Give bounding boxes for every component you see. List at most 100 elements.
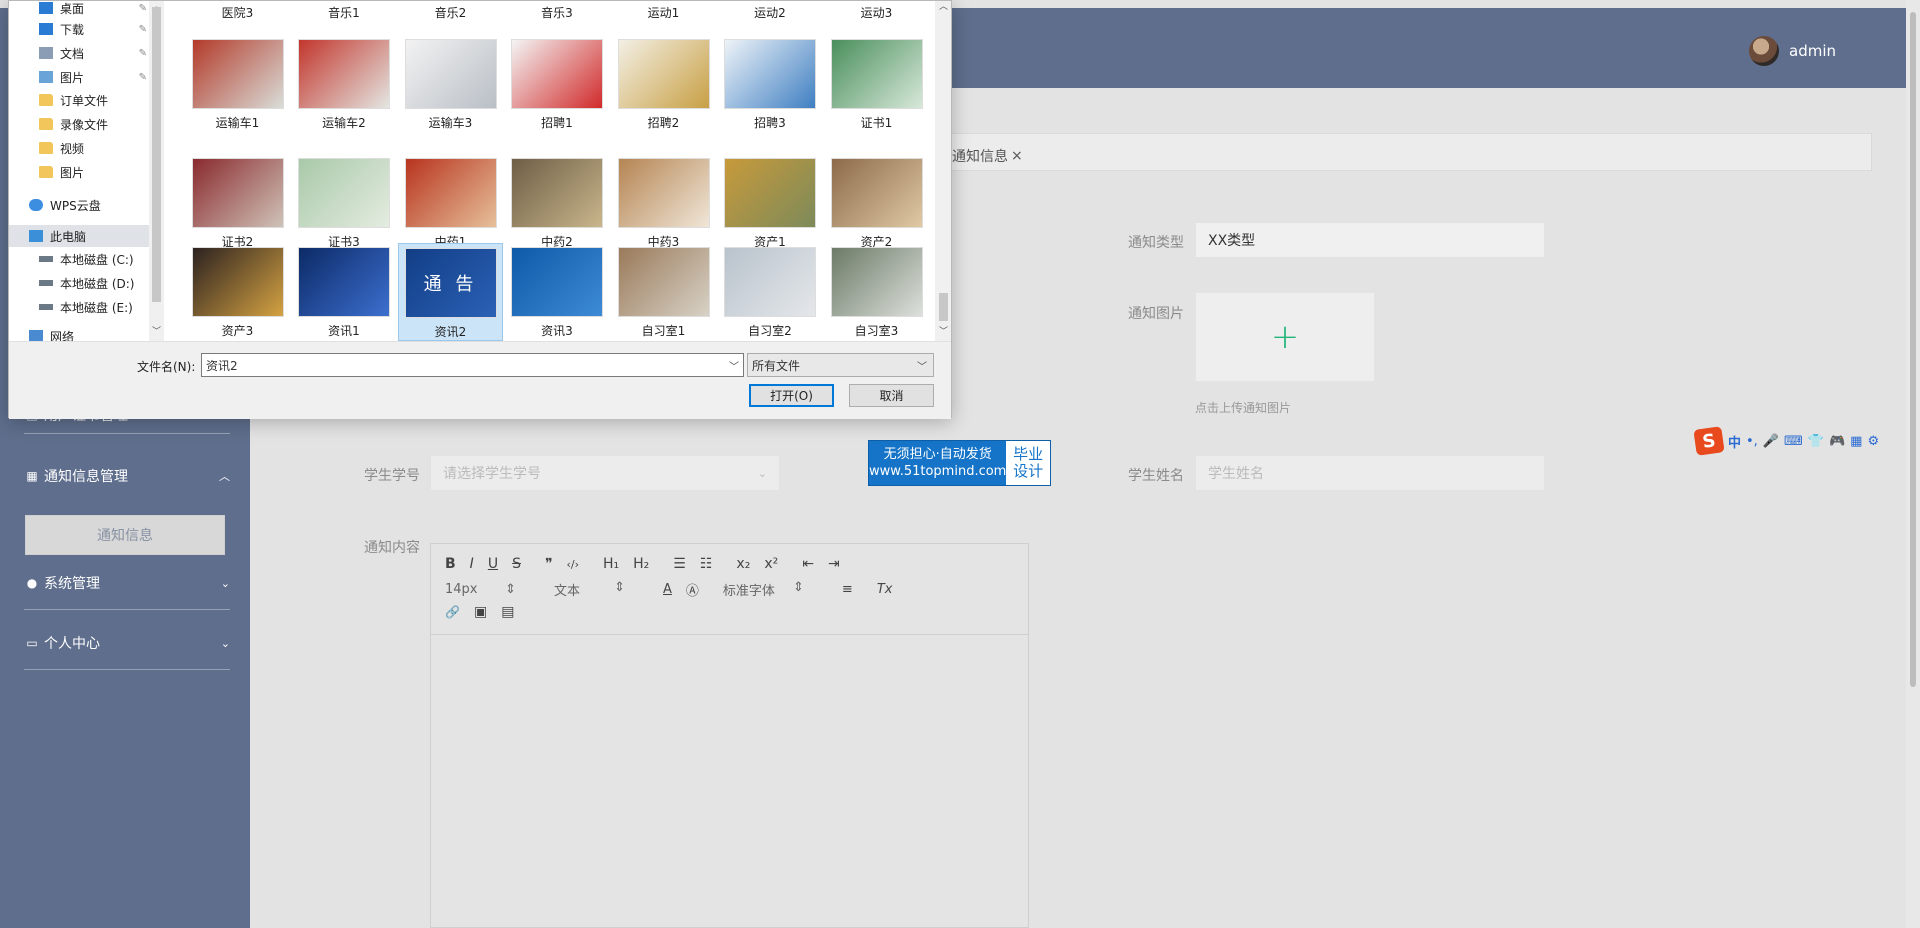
scroll-thumb[interactable] [152, 7, 161, 302]
bold-button[interactable]: B [445, 556, 456, 572]
sidebar-item-system[interactable]: ● 系统管理 ⌄ [24, 573, 230, 593]
file-thumbnail[interactable]: 资产1 [718, 158, 823, 250]
file-thumbnail[interactable]: 运动3 [824, 1, 929, 21]
page-scrollbar[interactable] [1906, 0, 1920, 928]
settings-icon[interactable]: ⚙ [1867, 434, 1879, 449]
scroll-down-icon[interactable]: ﹀ [939, 324, 948, 337]
file-thumbnail[interactable]: 自习室3 [824, 247, 929, 339]
file-thumbnail[interactable]: 资产3 [185, 247, 290, 339]
open-button[interactable]: 打开(O) [749, 384, 834, 407]
file-thumbnail[interactable]: 音乐2 [398, 1, 503, 21]
italic-button[interactable]: I [470, 556, 474, 572]
file-thumbnail[interactable]: 运动1 [611, 1, 716, 21]
game-icon[interactable]: 🎮 [1829, 434, 1845, 449]
clear-format-button[interactable]: Tx [877, 582, 893, 597]
file-thumbnail[interactable]: 运输车3 [398, 39, 503, 131]
keyboard-icon[interactable]: ⌨ [1784, 434, 1803, 449]
notice-type-input[interactable]: XX类型 [1195, 222, 1545, 258]
image-upload-button[interactable]: + [1195, 292, 1375, 382]
toolbox-icon[interactable]: ▦ [1850, 434, 1862, 449]
outdent-button[interactable]: ⇤ [802, 556, 814, 572]
sidebar-item-notice[interactable]: ▦ 通知信息管理 ︿ [24, 466, 230, 486]
video-icon[interactable]: ▤ [501, 604, 514, 620]
bullet-list-button[interactable]: ☷ [700, 556, 713, 572]
text-style-select[interactable]: 文本 ⇕ [554, 580, 639, 599]
file-thumbnail[interactable]: 证书1 [824, 39, 929, 131]
quote-button[interactable]: ❞ [545, 556, 553, 572]
chevron-down-icon[interactable]: ﹀ [729, 358, 739, 373]
file-thumbnail[interactable]: 音乐1 [292, 1, 397, 21]
scroll-down-icon[interactable]: ﹀ [152, 324, 161, 337]
skin-icon[interactable]: 👕 [1808, 434, 1824, 449]
file-thumbnail[interactable]: 证书2 [185, 158, 290, 250]
nav-item[interactable]: 录像文件 [9, 113, 149, 135]
rich-text-editor[interactable]: B I U S ❞ ‹/› H₁ H₂ ☰ ☷ x₂ x² ⇤ ⇥ 14px ⇕… [430, 543, 1029, 928]
chinese-mode-icon[interactable]: 中 [1728, 432, 1741, 451]
superscript-button[interactable]: x² [764, 556, 778, 572]
scroll-thumb[interactable] [1910, 12, 1916, 687]
nav-item[interactable]: 此电脑 [9, 225, 149, 247]
scroll-thumb[interactable] [939, 293, 948, 321]
nav-item[interactable]: 订单文件 [9, 89, 149, 111]
nav-item[interactable]: 下载 ✎ [9, 18, 149, 40]
student-no-select[interactable]: 请选择学生学号 ⌄ [430, 455, 780, 491]
ordered-list-button[interactable]: ☰ [673, 556, 686, 572]
punctuation-icon[interactable]: •, [1746, 434, 1758, 449]
close-icon[interactable]: × [1011, 148, 1023, 164]
sidebar-subitem-notice-info[interactable]: 通知信息 [25, 515, 225, 555]
nav-item[interactable]: 图片 ✎ [9, 66, 149, 88]
scroll-up-icon[interactable]: ︿ [939, 0, 948, 12]
file-thumbnail[interactable]: 运输车1 [185, 39, 290, 131]
filename-input[interactable]: 资讯2 ﹀ [201, 353, 744, 377]
file-thumbnail[interactable]: 自习室2 [718, 247, 823, 339]
file-thumbnail[interactable]: 通 告资讯2 [398, 243, 503, 341]
file-thumbnail[interactable]: 证书3 [292, 158, 397, 250]
strike-button[interactable]: S [512, 556, 521, 572]
user-menu[interactable]: admin [1749, 36, 1836, 66]
file-thumbnail[interactable]: 医院3 [185, 1, 290, 21]
nav-item[interactable]: 本地磁盘 (E:) [9, 296, 149, 318]
tab-notice-info[interactable]: 通知信息 × [952, 146, 1023, 166]
file-thumbnail[interactable]: 中药3 [611, 158, 716, 250]
file-thumbnail[interactable]: 中药1 [398, 158, 503, 250]
cancel-button[interactable]: 取消 [849, 384, 934, 407]
file-thumbnail[interactable]: 运输车2 [292, 39, 397, 131]
sogou-logo-icon[interactable]: S [1693, 426, 1725, 456]
font-color-button[interactable]: A [663, 582, 672, 597]
font-family-select[interactable]: 标准字体 ⇕ [723, 580, 818, 599]
nav-item[interactable]: 视频 [9, 137, 149, 159]
code-button[interactable]: ‹/› [567, 558, 580, 571]
image-icon[interactable]: ▣ [474, 604, 487, 620]
indent-button[interactable]: ⇥ [828, 556, 840, 572]
file-thumbnail[interactable]: 招聘1 [505, 39, 610, 131]
sidebar-item-profile[interactable]: ▭ 个人中心 ⌄ [24, 633, 230, 653]
microphone-icon[interactable]: 🎤 [1763, 434, 1779, 449]
link-icon[interactable]: 🔗 [445, 605, 460, 619]
nav-item[interactable]: 本地磁盘 (C:) [9, 248, 149, 270]
file-thumbnail[interactable]: 招聘3 [718, 39, 823, 131]
file-thumbnail[interactable]: 资讯1 [292, 247, 397, 339]
bg-color-button[interactable]: Ⓐ [686, 580, 699, 599]
student-name-input[interactable]: 学生姓名 [1195, 455, 1545, 491]
nav-item[interactable]: WPS云盘 [9, 194, 149, 216]
file-thumbnail[interactable]: 资产2 [824, 158, 929, 250]
nav-item[interactable]: 图片 [9, 161, 149, 183]
underline-button[interactable]: U [488, 556, 498, 572]
h2-button[interactable]: H₂ [633, 556, 649, 572]
font-size-select[interactable]: 14px ⇕ [445, 582, 530, 597]
file-thumbnail[interactable]: 中药2 [505, 158, 610, 250]
file-thumbnail[interactable]: 音乐3 [505, 1, 610, 21]
nav-item[interactable]: 本地磁盘 (D:) [9, 272, 149, 294]
subscript-button[interactable]: x₂ [736, 556, 750, 572]
ad-banner[interactable]: 无须担心·自动发货 www.51topmind.com 毕业 设计 [868, 440, 1051, 486]
nav-item[interactable]: 桌面 ✎ [9, 0, 149, 19]
file-thumbnail[interactable]: 招聘2 [611, 39, 716, 131]
nav-scrollbar[interactable]: ︿ ﹀ [149, 1, 164, 341]
file-thumbnail[interactable]: 运动2 [718, 1, 823, 21]
h1-button[interactable]: H₁ [603, 556, 619, 572]
file-thumbnail[interactable]: 自习室1 [611, 247, 716, 339]
filetype-select[interactable]: 所有文件 ﹀ [747, 353, 934, 377]
file-thumbnail[interactable]: 资讯3 [505, 247, 610, 339]
grid-scrollbar[interactable]: ︿ ﹀ [935, 1, 951, 341]
align-button[interactable]: ≡ [842, 582, 853, 597]
